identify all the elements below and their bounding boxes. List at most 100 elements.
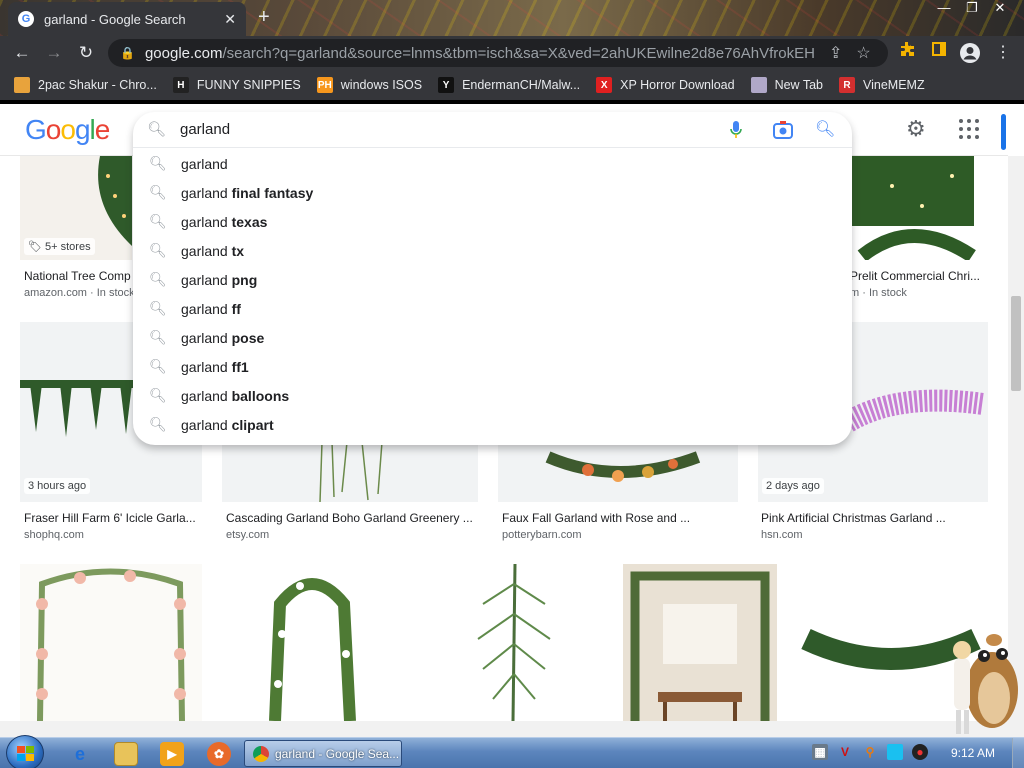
search-box[interactable]: 🔍︎ garland 🔍︎ 🔍︎ garland 🔍︎ garland final f… <box>133 112 852 445</box>
google-logo[interactable]: Google <box>25 114 111 146</box>
search-icon: 🔍︎ <box>149 242 167 258</box>
result-caption[interactable]: Pink Artificial Christmas Garland ... <box>761 511 946 525</box>
google-lens-icon[interactable] <box>772 120 794 140</box>
browser-menu-icon[interactable]: ⋮ <box>988 36 1018 70</box>
bookmark-star-icon[interactable]: ☆ <box>856 43 870 63</box>
search-suggestion[interactable]: 🔍︎ garland ff <box>133 295 852 324</box>
result-caption[interactable]: Faux Fall Garland with Rose and ... <box>502 511 690 525</box>
logo-letter: e <box>94 114 111 145</box>
bookmarks-bar: 2pac Shakur - Chro... H FUNNY SNIPPIES PH wi… <box>0 70 1024 100</box>
tab-close-icon[interactable]: ✕ <box>224 11 236 28</box>
close-window-button[interactable]: ✕ <box>986 0 1014 18</box>
result-caption[interactable]: Prelit Commercial Chri... <box>850 269 980 283</box>
network-tray-icon[interactable]: ▦ <box>812 744 828 760</box>
result-image[interactable] <box>623 564 777 721</box>
search-submit-icon[interactable]: 🔍︎ <box>815 119 835 139</box>
result-source[interactable]: hsn.com <box>761 529 803 541</box>
browser-tab[interactable]: G garland - Google Search ✕ <box>8 2 246 36</box>
search-suggestion[interactable]: 🔍︎ garland clipart <box>133 411 852 440</box>
search-suggestion[interactable]: 🔍︎ garland final fantasy <box>133 179 852 208</box>
share-icon[interactable]: ⇪ <box>829 43 842 63</box>
bookmark-label: VineMEMZ <box>863 78 925 92</box>
reload-icon[interactable]: ↻ <box>70 43 102 63</box>
bookmark-favicon-icon: H <box>172 77 189 93</box>
result-source[interactable]: potterybarn.com <box>502 529 581 541</box>
bookmark-label: New Tab <box>774 78 823 92</box>
result-source[interactable]: amazon.com · In stock <box>24 287 135 299</box>
internet-explorer-icon[interactable]: e <box>68 742 92 766</box>
result-source[interactable]: shophq.com <box>24 529 84 541</box>
search-suggestion[interactable]: 🔍︎ garland tx <box>133 237 852 266</box>
result-caption[interactable]: Fraser Hill Farm 6' Icicle Garla... <box>24 511 196 525</box>
settings-gear-icon[interactable]: ⚙ <box>906 116 926 142</box>
suggestion-text: garland texas <box>181 214 268 230</box>
result-source[interactable]: etsy.com <box>226 529 269 541</box>
start-button[interactable] <box>6 735 44 768</box>
minimize-button[interactable]: — <box>930 0 958 18</box>
taskbar-chrome-window[interactable]: garland - Google Sea... <box>244 740 402 767</box>
microphone-icon[interactable] <box>729 120 743 140</box>
result-source[interactable]: m · In stock <box>850 287 907 299</box>
bookmark-favicon-icon: Y <box>438 77 455 93</box>
search-icon: 🔍︎ <box>147 121 167 138</box>
address-bar[interactable]: 🔒 google.com/search?q=garland&source=lnm… <box>108 39 888 67</box>
search-suggestion[interactable]: 🔍︎ garland pose <box>133 324 852 353</box>
media-player-icon[interactable]: ▶ <box>160 742 184 766</box>
result-image[interactable] <box>220 564 404 721</box>
side-panel-icon[interactable] <box>924 36 954 70</box>
search-suggestion[interactable]: 🔍︎ garland ff1 <box>133 353 852 382</box>
search-input[interactable]: garland <box>180 121 230 138</box>
extensions-puzzle-icon[interactable] <box>892 36 922 70</box>
search-input-row[interactable]: 🔍︎ garland 🔍︎ <box>133 112 852 148</box>
search-suggestion[interactable]: 🔍︎ garland balloons <box>133 382 852 411</box>
bookmark-favicon-icon: PH <box>316 77 333 93</box>
stores-badge: 🏷 5+ stores <box>24 238 95 255</box>
suggestion-text: garland ff1 <box>181 359 249 375</box>
bookmark-item[interactable]: PH windows ISOS <box>316 77 423 93</box>
paint-icon[interactable]: ✿ <box>207 742 231 766</box>
logo-letter: g <box>74 114 91 145</box>
profile-avatar-icon[interactable] <box>955 36 985 70</box>
logo-letter: G <box>25 114 47 145</box>
antivirus-tray-icon[interactable]: V <box>837 744 853 760</box>
search-icon: 🔍︎ <box>149 213 167 229</box>
new-tab-button[interactable]: + <box>258 6 270 29</box>
taskbar-clock[interactable]: 9:12 AM <box>951 746 995 760</box>
result-image[interactable] <box>852 156 988 260</box>
result-caption[interactable]: Cascading Garland Boho Garland Greenery … <box>226 511 473 525</box>
show-desktop-button[interactable] <box>1012 738 1024 768</box>
back-arrow-icon[interactable]: ← <box>6 43 38 63</box>
search-suggestion[interactable]: 🔍︎ garland texas <box>133 208 852 237</box>
desktop-pet-hamster-icon[interactable] <box>936 628 1020 736</box>
forward-arrow-icon[interactable]: → <box>38 43 70 63</box>
bookmark-favicon-icon: X <box>596 77 613 93</box>
suggestion-text: garland <box>181 156 228 172</box>
display-tray-icon[interactable] <box>887 744 903 760</box>
taskbar-window-title: garland - Google Sea... <box>275 746 400 761</box>
result-caption[interactable]: National Tree Comp <box>24 269 131 283</box>
google-apps-icon[interactable] <box>958 118 980 140</box>
horizontal-scrollbar[interactable] <box>0 721 1024 737</box>
bookmark-item[interactable]: R VineMEMZ <box>839 77 925 93</box>
bookmark-item[interactable]: X XP Horror Download <box>596 77 735 93</box>
scrollbar-thumb[interactable] <box>1011 296 1021 391</box>
sign-in-button[interactable] <box>1001 114 1006 150</box>
bookmark-label: windows ISOS <box>340 78 423 92</box>
bookmark-label: XP Horror Download <box>620 78 735 92</box>
result-image[interactable] <box>20 564 202 721</box>
bookmark-item[interactable]: New Tab <box>750 77 823 93</box>
bookmark-favicon-icon <box>14 77 30 93</box>
bookmark-item[interactable]: H FUNNY SNIPPIES <box>172 77 301 93</box>
bookmark-item[interactable]: 2pac Shakur - Chro... <box>14 77 157 93</box>
search-tray-icon[interactable]: ⚲ <box>862 744 878 760</box>
search-icon: 🔍︎ <box>149 358 167 374</box>
file-explorer-icon[interactable] <box>114 742 138 766</box>
recorder-tray-icon[interactable]: ● <box>912 744 928 760</box>
result-image[interactable] <box>423 564 605 721</box>
search-suggestion[interactable]: 🔍︎ garland <box>133 150 852 179</box>
browser-toolbar: ← → ↻ 🔒 google.com/search?q=garland&sour… <box>0 36 1024 70</box>
suggestion-text: garland pose <box>181 330 265 346</box>
search-suggestion[interactable]: 🔍︎ garland png <box>133 266 852 295</box>
bookmark-item[interactable]: Y EndermanCH/Malw... <box>438 77 580 93</box>
maximize-button[interactable]: ❐ <box>958 0 986 18</box>
